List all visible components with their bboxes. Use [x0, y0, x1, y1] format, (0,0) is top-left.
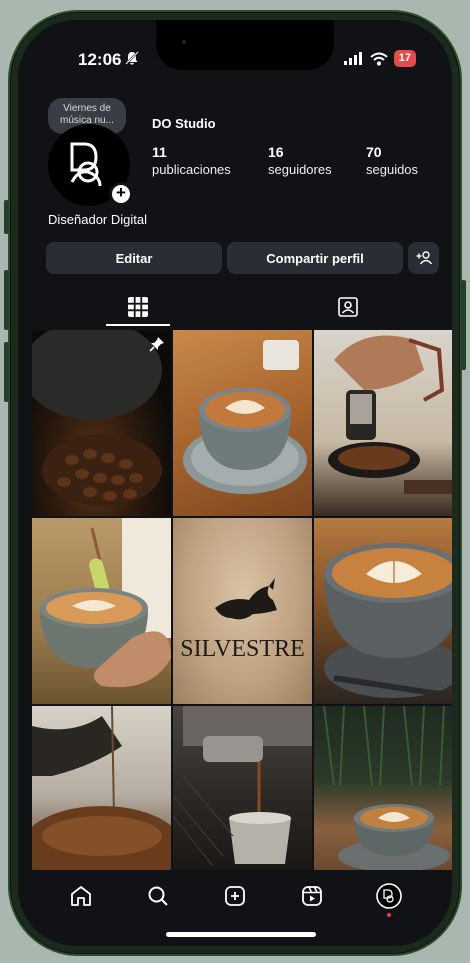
tab-tagged[interactable]	[316, 286, 380, 326]
profile-name: DO Studio	[152, 116, 216, 131]
post-image	[323, 706, 450, 870]
search-icon	[148, 886, 168, 906]
stat-followers-count: 16	[268, 144, 284, 160]
profile-avatar-icon	[376, 883, 403, 909]
post-image	[173, 706, 312, 867]
battery-indicator: 17	[393, 50, 416, 67]
share-profile-button[interactable]: Compartir perfil	[227, 242, 403, 274]
phone-side-button	[4, 342, 9, 402]
posts-grid: SILVESTRE	[32, 330, 452, 870]
pin-icon	[149, 337, 164, 352]
status-indicators: 17	[343, 50, 416, 67]
phone-side-button	[461, 280, 466, 370]
post-image	[32, 330, 162, 506]
post-image	[215, 578, 277, 620]
phone-side-button	[4, 270, 9, 330]
post-tile[interactable]	[32, 330, 171, 516]
post-image	[183, 340, 307, 494]
wifi-icon	[370, 52, 388, 65]
stat-followers[interactable]: 16 seguidores	[268, 144, 332, 178]
nav-reels[interactable]	[299, 883, 325, 909]
tab-posts-grid[interactable]	[106, 286, 170, 326]
stat-following[interactable]: 70 seguidos	[366, 144, 418, 178]
home-indicator[interactable]	[166, 932, 316, 937]
stat-following-count: 70	[366, 144, 382, 160]
stat-posts-label: publicaciones	[152, 162, 231, 177]
tagged-icon	[338, 297, 358, 317]
post-tile[interactable]	[314, 706, 452, 870]
cellular-signal-icon	[343, 52, 362, 65]
status-time: 12:06	[78, 50, 122, 69]
phone-side-button	[4, 200, 9, 234]
stat-followers-label: seguidores	[268, 162, 332, 177]
add-user-icon	[416, 251, 432, 265]
nav-search[interactable]	[145, 883, 171, 909]
reels-icon	[302, 886, 323, 906]
add-story-button[interactable]: +	[109, 182, 133, 206]
stat-posts-count: 11	[152, 144, 167, 160]
edit-profile-button[interactable]: Editar	[46, 242, 222, 274]
post-tile[interactable]	[32, 706, 171, 870]
bottom-navigation	[18, 870, 452, 922]
nav-home[interactable]	[68, 883, 94, 909]
nav-profile[interactable]	[376, 883, 403, 917]
post-image	[324, 543, 452, 699]
post-tile[interactable]: SILVESTRE	[173, 518, 312, 704]
post-tile[interactable]	[314, 330, 452, 516]
post-tile[interactable]	[173, 330, 312, 516]
add-user-button[interactable]	[408, 242, 439, 274]
post-tile[interactable]	[314, 518, 452, 704]
notch	[156, 20, 334, 70]
nav-create[interactable]	[222, 883, 248, 909]
post-image	[32, 706, 171, 870]
screen: 12:06 17 Viernes de música nu... + DO St…	[18, 20, 452, 946]
post-image	[328, 335, 452, 494]
notification-dot	[387, 913, 392, 917]
stat-posts[interactable]: 11 publicaciones	[152, 144, 231, 178]
post-image	[40, 518, 171, 688]
stat-following-label: seguidos	[366, 162, 419, 177]
grid-icon	[128, 297, 148, 317]
profile-bio: Diseñador Digital	[48, 212, 147, 227]
post-tile[interactable]	[32, 518, 171, 704]
post-caption-text: SILVESTRE	[180, 636, 305, 662]
home-icon	[70, 886, 91, 906]
plus-square-icon	[225, 886, 245, 906]
bell-muted-icon	[125, 51, 139, 65]
post-tile[interactable]	[173, 706, 312, 870]
